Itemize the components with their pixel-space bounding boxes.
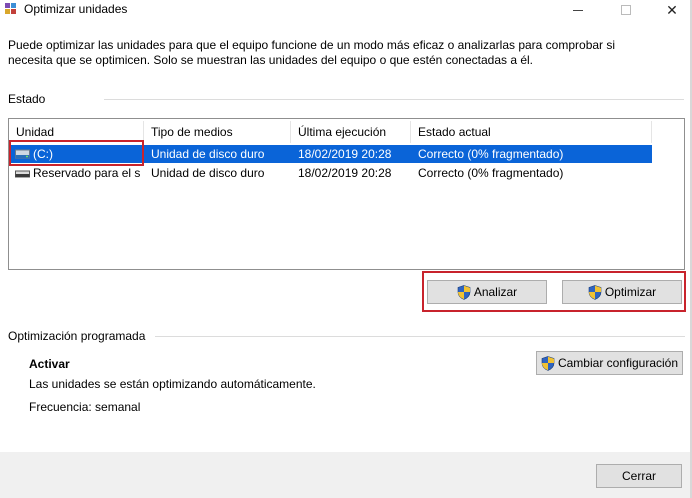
hard-drive-icon (15, 149, 30, 159)
minimize-button[interactable] (556, 0, 600, 20)
schedule-section-divider (155, 336, 685, 337)
list-header: Unidad Tipo de medios Última ejecución E… (9, 121, 684, 143)
close-icon: ✕ (666, 2, 678, 18)
optimize-button-label: Optimizar (604, 285, 657, 299)
frequency-text: Frecuencia: semanal (29, 400, 141, 414)
column-header-unit[interactable]: Unidad (9, 121, 144, 143)
cell-media: Unidad de disco duro (151, 166, 265, 180)
window-title: Optimizar unidades (24, 2, 128, 16)
schedule-section-label: Optimización programada (8, 329, 146, 343)
uac-shield-icon (588, 284, 602, 300)
cell-state: Correcto (0% fragmentado) (418, 166, 564, 180)
column-header-media[interactable]: Tipo de medios (144, 121, 291, 143)
analyze-button-label: Analizar (473, 285, 518, 299)
footer-bar: Cerrar (0, 452, 690, 498)
uac-shield-icon (457, 284, 471, 300)
cell-last-run: 18/02/2019 20:28 (298, 147, 392, 161)
cell-media: Unidad de disco duro (151, 147, 265, 161)
defrag-app-icon (5, 3, 16, 14)
drive-row-reserved[interactable]: Reservado para el s... Unidad de disco d… (9, 164, 652, 182)
drive-row-c[interactable]: (C:) Unidad de disco duro 18/02/2019 20:… (9, 145, 652, 163)
auto-optimize-status: Las unidades se están optimizando automá… (29, 377, 316, 391)
close-button[interactable]: Cerrar (596, 464, 682, 488)
hard-drive-icon (15, 170, 30, 178)
minimize-icon (573, 9, 583, 11)
maximize-icon (621, 5, 631, 15)
cell-unit: Reservado para el s... (33, 166, 141, 180)
change-config-button-label: Cambiar configuración (557, 356, 679, 370)
close-button-label: Cerrar (621, 469, 656, 483)
analyze-button[interactable]: Analizar (427, 280, 547, 304)
title-bar: Optimizar unidades ✕ (0, 0, 692, 20)
status-section-label: Estado (8, 92, 46, 106)
cell-unit: (C:) (33, 147, 53, 161)
description-text: Puede optimizar las unidades para que el… (8, 38, 616, 67)
maximize-button[interactable] (604, 0, 648, 20)
uac-shield-icon (541, 355, 555, 371)
status-section-divider (104, 99, 684, 100)
close-window-button[interactable]: ✕ (650, 0, 692, 20)
column-header-state[interactable]: Estado actual (411, 121, 652, 143)
cell-last-run: 18/02/2019 20:28 (298, 166, 392, 180)
cell-state: Correcto (0% fragmentado) (418, 147, 564, 161)
optimize-button[interactable]: Optimizar (562, 280, 682, 304)
column-header-last-run[interactable]: Última ejecución (291, 121, 411, 143)
change-config-button[interactable]: Cambiar configuración (536, 351, 683, 375)
activate-label: Activar (29, 357, 70, 371)
drives-list[interactable]: Unidad Tipo de medios Última ejecución E… (8, 118, 685, 270)
